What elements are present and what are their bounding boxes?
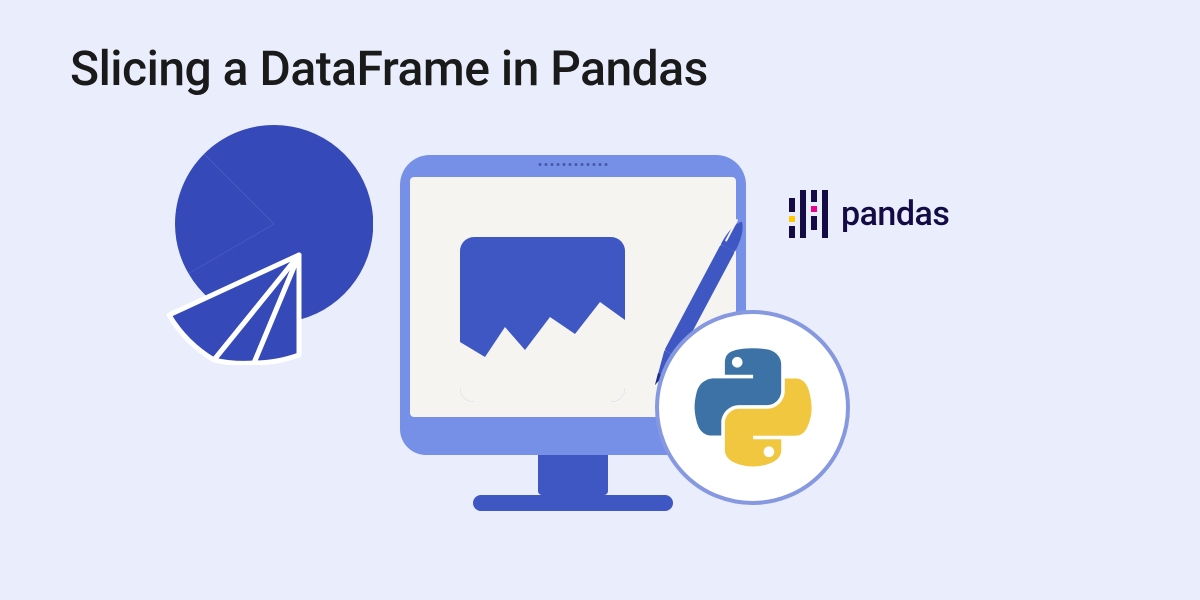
pie-chart-icon [175,125,415,345]
pandas-label: pandas [841,194,949,234]
page-title: Slicing a DataFrame in Pandas [70,40,708,97]
hero-illustration: pandas [195,135,1005,575]
pandas-logo-icon: pandas [789,190,949,238]
python-logo-icon [655,310,850,505]
line-chart-icon [460,237,625,402]
